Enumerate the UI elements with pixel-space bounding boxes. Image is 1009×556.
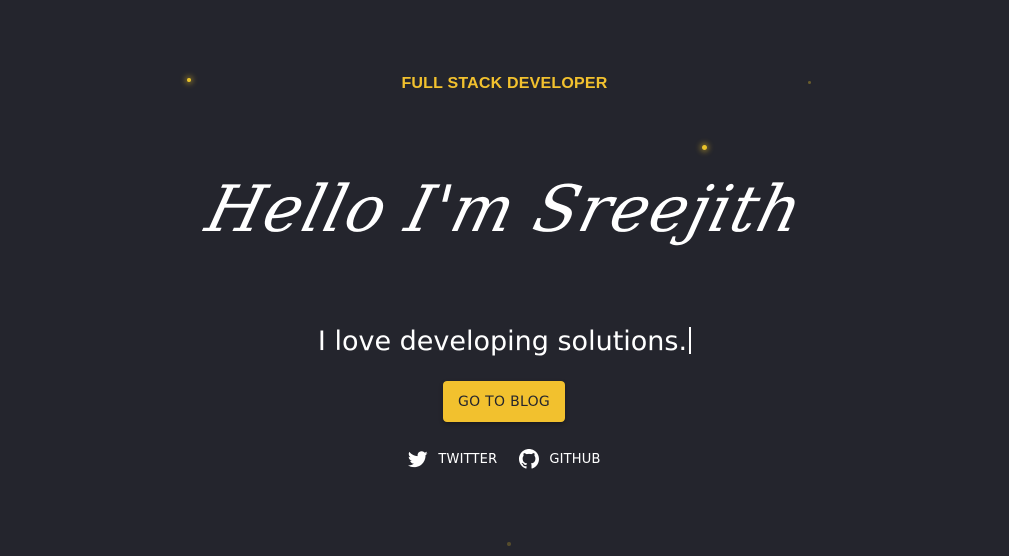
twitter-label: TWITTER (438, 451, 498, 467)
role-title: FULL STACK DEVELOPER (401, 75, 608, 92)
github-icon (519, 449, 540, 469)
social-links: TWITTER GITHUB (0, 449, 1009, 469)
hero-tagline: I love developing solutions. (0, 324, 1009, 360)
tagline-text: I love developing solutions. (317, 326, 688, 357)
github-link[interactable]: GITHUB (519, 449, 600, 469)
twitter-icon (408, 450, 429, 467)
hero-greeting: Hello I'm Sreejith (198, 173, 811, 247)
github-label: GITHUB (549, 451, 601, 467)
typing-cursor (689, 327, 692, 354)
go-to-blog-button[interactable]: GO TO BLOG (443, 381, 565, 422)
glow-particle (507, 542, 511, 546)
twitter-link[interactable]: TWITTER (408, 449, 497, 469)
